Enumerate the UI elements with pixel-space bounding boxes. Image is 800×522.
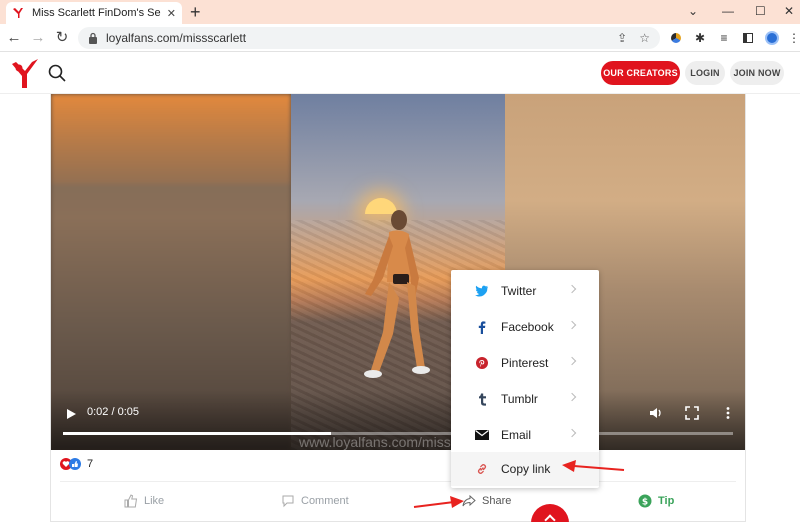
forward-icon[interactable]: → [28,28,48,48]
chevron-right-icon [567,428,577,438]
menu-item-label: Twitter [501,284,537,298]
tab-title: Miss Scarlett FinDom's Secret S [32,7,161,19]
dollar-coin-icon: $ [638,494,652,508]
browser-tab-strip: Miss Scarlett FinDom's Secret S ✕ + ⌄ — … [0,0,800,24]
tip-button[interactable]: $ Tip [638,494,674,508]
share-label: Share [482,495,512,507]
copy-link-annotation-arrow [562,460,625,472]
maximize-icon[interactable]: ☐ [755,0,766,22]
reaction-count: 7 [87,458,94,470]
share-email-item[interactable]: Email [451,418,599,452]
person-figure [364,210,430,378]
volume-icon[interactable] [649,406,663,420]
menu-item-label: Tumblr [501,392,538,406]
reaction-summary[interactable]: 7 [60,458,93,470]
menu-item-label: Copy link [501,462,551,476]
side-panel-icon[interactable] [740,30,756,46]
share-button[interactable]: Share [462,494,511,508]
minimize-icon[interactable]: — [722,0,734,22]
window-close-icon[interactable]: ✕ [784,0,794,22]
comment-bubble-icon [282,495,294,508]
pinterest-icon [475,356,489,370]
video-timecode: 0:02 / 0:05 [87,406,139,418]
share-twitter-item[interactable]: Twitter [451,274,599,308]
menu-item-label: Facebook [501,320,554,334]
share-menu: Twitter Facebook Pinterest Tumblr Email … [451,270,599,488]
url-text: loyalfans.com/missscarlett [106,31,247,45]
comment-label: Comment [301,495,349,507]
share-annotation-arrow [413,496,464,508]
tab-search-icon[interactable]: ⌄ [688,0,698,22]
share-tumblr-item[interactable]: Tumblr [451,382,599,416]
thumbs-up-icon [124,494,138,508]
like-reaction-icon [69,458,81,470]
video-player[interactable]: 0:02 / 0:05 www.loyalfans.com/missscarle… [51,94,745,450]
like-label: Like [144,495,165,507]
browser-toolbar: ← → ↻ loyalfans.com/missscarlett ⇪ ☆ ✱ ≡… [0,24,800,52]
back-icon[interactable]: ← [4,28,24,48]
new-tab-button[interactable]: + [190,1,201,23]
join-now-button[interactable]: JOIN NOW [730,61,784,85]
email-icon [475,428,489,442]
our-creators-button[interactable]: OUR CREATORS [601,61,680,85]
extension-icon[interactable] [668,30,684,46]
login-button[interactable]: LOGIN [685,61,725,85]
video-more-icon[interactable] [721,406,735,420]
share-page-icon[interactable]: ⇪ [617,31,627,45]
site-favicon-icon [13,8,23,18]
reading-list-icon[interactable]: ≡ [716,30,732,46]
video-progress-fill [63,432,331,435]
link-icon [475,462,489,476]
browser-menu-icon[interactable]: ⋮ [786,30,800,46]
site-header: OUR CREATORS LOGIN JOIN NOW [0,52,800,94]
menu-item-label: Email [501,428,532,442]
share-facebook-item[interactable]: Facebook [451,310,599,344]
reload-icon[interactable]: ↻ [52,28,72,48]
tip-label: Tip [658,495,675,507]
comment-button[interactable]: Comment [281,494,349,508]
search-icon[interactable] [48,64,66,82]
puzzle-extensions-icon[interactable]: ✱ [692,30,708,46]
play-icon[interactable] [65,408,77,420]
like-button[interactable]: Like [124,494,164,508]
browser-tab[interactable]: Miss Scarlett FinDom's Secret S ✕ [6,2,182,24]
svg-text:$: $ [642,498,648,508]
reactions-divider [60,481,736,482]
chevron-right-icon [567,320,577,330]
bookmark-star-icon[interactable]: ☆ [639,31,650,45]
address-bar[interactable]: loyalfans.com/missscarlett ⇪ ☆ [78,27,660,49]
chevron-right-icon [567,356,577,366]
facebook-icon [475,320,489,334]
fullscreen-icon[interactable] [685,406,699,420]
tab-close-icon[interactable]: ✕ [167,7,176,20]
chevron-right-icon [567,392,577,402]
tumblr-icon [475,392,489,406]
loyalfans-logo-icon[interactable] [10,58,40,90]
lock-icon [89,32,97,44]
menu-item-label: Pinterest [501,356,549,370]
twitter-icon [475,284,489,298]
profile-avatar[interactable] [764,30,780,46]
share-pinterest-item[interactable]: Pinterest [451,346,599,380]
chevron-right-icon [567,284,577,294]
